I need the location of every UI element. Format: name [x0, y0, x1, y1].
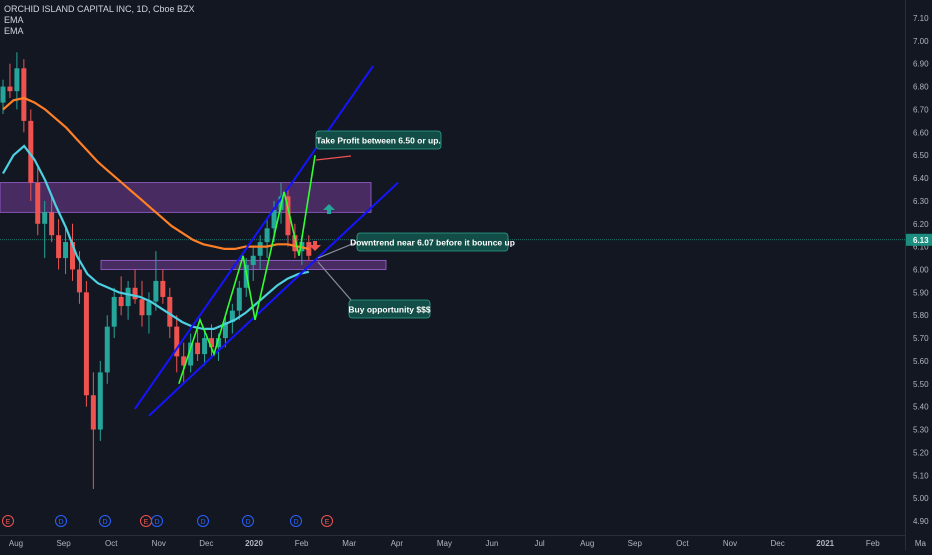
candle-body[interactable]	[202, 338, 208, 355]
candle-body[interactable]	[56, 235, 62, 259]
candle-body[interactable]	[146, 301, 152, 316]
x-tick-label: 2021	[816, 539, 834, 548]
x-tick-label: Ma	[915, 539, 927, 548]
candle-body[interactable]	[83, 292, 89, 396]
y-tick-label: 5.60	[913, 357, 929, 366]
y-tick-label: 5.70	[913, 334, 929, 343]
x-tick-label: Aug	[580, 539, 594, 548]
x-tick-label: Jun	[486, 539, 499, 548]
x-tick-label: Feb	[295, 539, 309, 548]
callout-text: Downtrend near 6.07 before it bounce up	[350, 238, 515, 248]
candle-body[interactable]	[132, 287, 138, 300]
x-tick-label: Apr	[391, 539, 404, 548]
y-tick-label: 5.80	[913, 311, 929, 320]
candle-body[interactable]	[7, 86, 13, 92]
y-tick-label: 5.50	[913, 380, 929, 389]
callout-text: Buy opportunity $$$	[348, 305, 430, 315]
x-tick-label: Nov	[152, 539, 166, 548]
ema-indicator-2[interactable]: EMA	[4, 26, 195, 37]
y-tick-label: 5.20	[913, 448, 929, 457]
candle-body[interactable]	[264, 228, 270, 243]
event-marker-label: D	[245, 519, 250, 526]
y-tick-label: 5.00	[913, 494, 929, 503]
event-marker-label: D	[154, 519, 159, 526]
event-marker-label: D	[293, 519, 298, 526]
y-tick-label: 6.90	[913, 60, 929, 69]
y-tick-label: 6.20	[913, 220, 929, 229]
y-tick-label: 5.10	[913, 471, 929, 480]
x-tick-label: Aug	[9, 539, 23, 548]
candle-body[interactable]	[63, 242, 69, 259]
candle-body[interactable]	[76, 269, 82, 293]
x-tick-label: Mar	[342, 539, 356, 548]
candle-body[interactable]	[160, 280, 166, 297]
y-tick-label: 7.10	[913, 14, 929, 23]
x-tick-label: Feb	[866, 539, 880, 548]
event-marker-label: D	[200, 519, 205, 526]
candle-body[interactable]	[125, 287, 131, 307]
x-tick-label: Jul	[534, 539, 544, 548]
y-tick-label: 5.40	[913, 403, 929, 412]
x-tick-label: Nov	[723, 539, 737, 548]
candle-body[interactable]	[118, 296, 124, 307]
candle-body[interactable]	[14, 68, 20, 92]
y-tick-label: 5.90	[913, 288, 929, 297]
candle-body[interactable]	[153, 280, 159, 302]
candle-body[interactable]	[250, 255, 256, 265]
price-chart[interactable]: 7.10 7.00 6.90 6.80 6.70 6.60 6.50 6.40 6.30 6.20…	[0, 0, 932, 550]
x-tick-label: Sep	[56, 539, 71, 548]
y-tick-label: 6.70	[913, 105, 929, 114]
candle-body[interactable]	[236, 287, 242, 311]
event-marker-label: E	[6, 519, 11, 526]
candle-body[interactable]	[139, 299, 145, 316]
y-tick-label: 5.30	[913, 426, 929, 435]
ema-indicator-1[interactable]: EMA	[4, 15, 195, 26]
y-tick-label: 4.90	[913, 517, 929, 526]
y-tick-label: 6.60	[913, 128, 929, 137]
x-tick-label: Dec	[770, 539, 784, 548]
y-tick-label: 7.00	[913, 37, 929, 46]
candle-body[interactable]	[90, 395, 96, 430]
candle-body[interactable]	[97, 372, 103, 430]
x-tick-label: Dec	[199, 539, 213, 548]
candle-body[interactable]	[195, 342, 201, 355]
candle-body[interactable]	[35, 182, 41, 224]
candle-body[interactable]	[104, 326, 110, 373]
x-tick-label: Sep	[628, 539, 643, 548]
x-tick-label: Oct	[105, 539, 118, 548]
chart-svg[interactable]: 7.10 7.00 6.90 6.80 6.70 6.60 6.50 6.40 6.30 6.20…	[0, 0, 932, 550]
y-tick-label: 6.40	[913, 174, 929, 183]
callout-text: Take Profit between 6.50 or up.	[316, 136, 441, 146]
last-price-label: 6.13	[913, 236, 929, 245]
y-tick-label: 6.50	[913, 151, 929, 160]
chart-legend: ORCHID ISLAND CAPITAL INC, 1D, Cboe BZX …	[4, 4, 195, 37]
candle-body[interactable]	[42, 212, 48, 224]
event-marker-label: D	[58, 519, 63, 526]
candle-body[interactable]	[111, 296, 117, 327]
y-tick-label: 6.80	[913, 83, 929, 92]
candle-body[interactable]	[0, 86, 6, 103]
event-marker-label: E	[144, 519, 149, 526]
candle-body[interactable]	[21, 68, 27, 121]
event-marker-label: D	[102, 519, 107, 526]
symbol-title: ORCHID ISLAND CAPITAL INC, 1D, Cboe BZX	[4, 4, 195, 14]
x-tick-label: 2020	[245, 539, 263, 548]
x-tick-label: Oct	[676, 539, 689, 548]
y-tick-label: 6.30	[913, 197, 929, 206]
chart-background	[0, 0, 932, 550]
y-tick-label: 6.00	[913, 266, 929, 275]
candle-body[interactable]	[49, 212, 55, 236]
event-marker-label: E	[325, 519, 330, 526]
candle-body[interactable]	[257, 242, 263, 256]
x-tick-label: May	[437, 539, 452, 548]
